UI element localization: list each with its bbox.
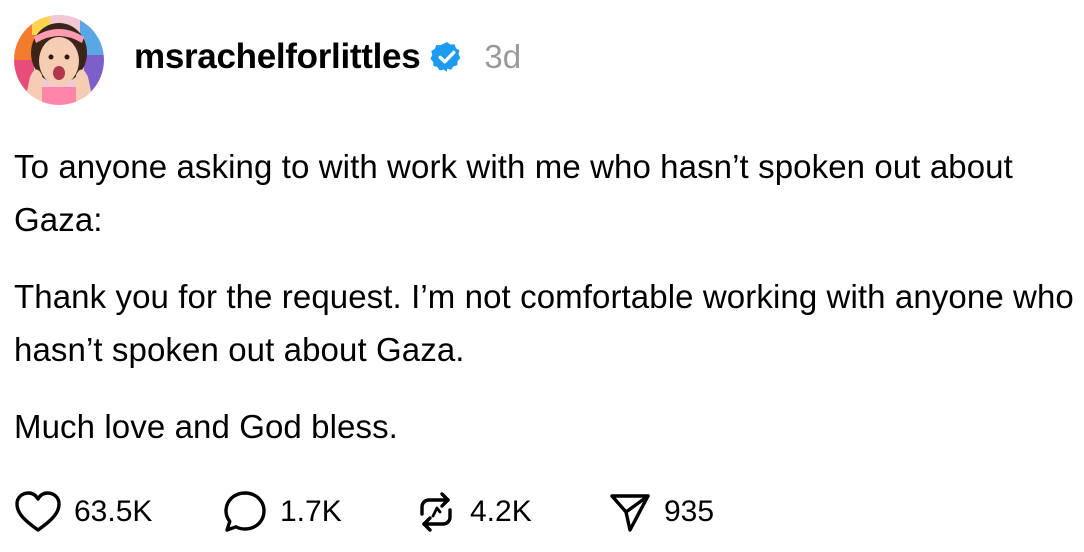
username[interactable]: msrachelforlittles <box>134 37 421 77</box>
share-button[interactable]: 935 <box>608 490 714 534</box>
speech-bubble-icon <box>224 491 266 532</box>
post-paragraph: Much love and God bless. <box>14 408 398 445</box>
heart-icon <box>15 491 61 532</box>
repost-arrows-icon <box>420 492 452 532</box>
avatar-image <box>14 15 104 105</box>
like-button[interactable]: 63.5K <box>14 490 222 534</box>
paper-plane-icon <box>610 494 650 532</box>
repost-count: 4.2K <box>470 495 532 528</box>
repost-button[interactable]: 4.2K <box>414 490 608 534</box>
post-paragraph: To anyone asking to with work with me wh… <box>14 148 1013 238</box>
share-count: 935 <box>664 495 715 528</box>
like-count: 63.5K <box>74 495 153 528</box>
post-body: To anyone asking to with work with me wh… <box>14 140 1076 477</box>
post-paragraph: Thank you for the request. I’m not comfo… <box>14 278 1074 368</box>
reply-button[interactable]: 1.7K <box>222 490 414 534</box>
post-header: msrachelforlittles 3d <box>14 14 521 106</box>
avatar[interactable] <box>14 15 104 105</box>
username-row: msrachelforlittles 3d <box>134 37 521 77</box>
action-bar: 63.5K 1.7K 4.2K 935 <box>14 489 714 535</box>
reply-count: 1.7K <box>280 495 342 528</box>
post-timestamp: 3d <box>484 38 522 75</box>
verified-badge-icon <box>430 40 464 74</box>
